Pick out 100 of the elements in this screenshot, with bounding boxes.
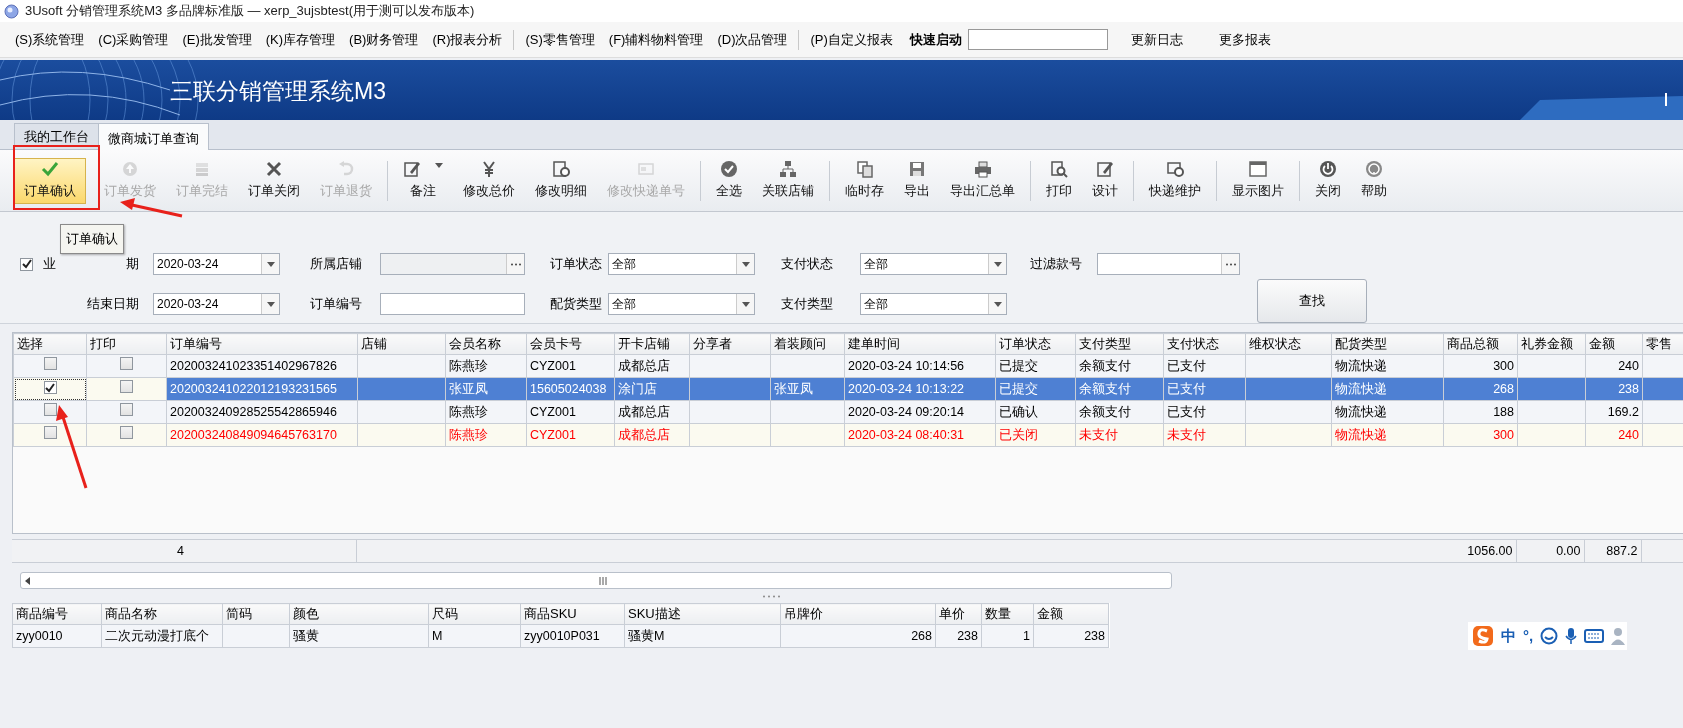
column-header[interactable]: 支付状态 xyxy=(1163,333,1246,355)
column-header[interactable]: 订单编号 xyxy=(166,333,358,355)
select-checkbox[interactable] xyxy=(43,402,57,416)
toolbar-button[interactable]: 临时存 xyxy=(835,157,894,204)
toolbar-button[interactable]: 修改明细 xyxy=(525,157,597,204)
column-header[interactable]: 简码 xyxy=(222,603,290,625)
tab[interactable]: 我的工作台 xyxy=(14,122,99,149)
toolbar-button[interactable]: 打印 xyxy=(1036,157,1082,204)
column-header[interactable]: 商品SKU xyxy=(520,603,625,625)
toolbar-button[interactable]: 订单关闭 xyxy=(238,157,310,204)
toolbar-button[interactable]: 导出 xyxy=(894,157,940,204)
column-header[interactable]: 订单状态 xyxy=(995,333,1076,355)
column-header[interactable]: 金额 xyxy=(1585,333,1643,355)
column-header[interactable]: 支付类型 xyxy=(1075,333,1164,355)
column-header[interactable]: 金额 xyxy=(1033,603,1109,625)
ime-punctuation[interactable]: °, xyxy=(1523,624,1534,648)
ime-mode[interactable]: 中 xyxy=(1501,624,1516,648)
dropdown-field[interactable]: 全部 xyxy=(860,293,1007,315)
column-header[interactable]: 配货类型 xyxy=(1331,333,1444,355)
column-header[interactable]: 商品名称 xyxy=(101,603,223,625)
toolbar-button[interactable]: 关联店铺 xyxy=(752,157,824,204)
column-header[interactable]: 商品编号 xyxy=(12,603,102,625)
column-header[interactable]: 分享者 xyxy=(689,333,771,355)
column-header[interactable]: 维权状态 xyxy=(1245,333,1332,355)
column-header[interactable]: 打印 xyxy=(86,333,167,355)
column-header[interactable]: 单价 xyxy=(935,603,982,625)
column-header[interactable]: 吊牌价 xyxy=(780,603,936,625)
keyboard-icon[interactable] xyxy=(1584,629,1605,643)
column-header[interactable]: 店铺 xyxy=(357,333,446,355)
user-icon[interactable] xyxy=(1611,627,1628,645)
dropdown-caret-icon[interactable] xyxy=(741,301,750,307)
toolbar-button[interactable]: 关闭 xyxy=(1305,157,1351,204)
dropdown-caret-icon[interactable] xyxy=(266,261,275,267)
menu-item[interactable]: 更新日志 xyxy=(1123,27,1190,52)
column-header[interactable]: 颜色 xyxy=(289,603,429,625)
date-field[interactable]: 2020-03-24 xyxy=(153,293,280,315)
menu-item[interactable]: (P)自定义报表 xyxy=(803,27,900,52)
toolbar-button[interactable]: 修改总价 xyxy=(453,157,525,204)
splitter-handle-icon[interactable] xyxy=(761,594,782,598)
style-number-field[interactable] xyxy=(1097,253,1240,275)
menu-item[interactable]: (S)零售管理 xyxy=(518,27,602,52)
toolbar-button[interactable]: 设计 xyxy=(1082,157,1128,204)
dropdown-field[interactable]: 全部 xyxy=(608,253,755,275)
more-icon[interactable] xyxy=(1224,262,1237,266)
select-checkbox[interactable] xyxy=(43,356,57,370)
column-header[interactable]: SKU描述 xyxy=(624,603,781,625)
toolbar-button[interactable]: 显示图片 xyxy=(1222,157,1294,204)
dropdown-caret-icon[interactable] xyxy=(741,261,750,267)
select-checkbox[interactable] xyxy=(43,425,57,439)
select-checkbox[interactable] xyxy=(43,381,57,395)
menu-item[interactable]: (C)采购管理 xyxy=(91,27,176,52)
dropdown-field[interactable]: 全部 xyxy=(860,253,1007,275)
column-header[interactable]: 会员卡号 xyxy=(526,333,615,355)
dropdown-caret-icon[interactable] xyxy=(435,162,443,168)
order-number-field[interactable] xyxy=(380,293,525,315)
emoji-icon[interactable] xyxy=(1540,627,1559,645)
menu-item[interactable]: (K)库存管理 xyxy=(258,27,343,52)
menu-item[interactable]: (S)系统管理 xyxy=(8,27,92,52)
column-header[interactable]: 礼券金额 xyxy=(1517,333,1586,355)
column-header[interactable]: 开卡店铺 xyxy=(614,333,690,355)
menu-item[interactable]: (F)辅料物料管理 xyxy=(601,27,711,52)
quick-launch-field[interactable] xyxy=(967,29,1108,50)
date-field[interactable]: 2020-03-24 xyxy=(153,253,280,275)
column-header[interactable]: 数量 xyxy=(981,603,1034,625)
column-header[interactable]: 会员名称 xyxy=(445,333,527,355)
search-button[interactable]: 查找 xyxy=(1257,279,1367,323)
print-checkbox[interactable] xyxy=(120,379,133,393)
column-header[interactable]: 建单时间 xyxy=(844,333,996,355)
quick-launch-label: 快速启动 xyxy=(909,30,962,49)
menu-item[interactable]: 更多报表 xyxy=(1211,27,1278,52)
menu-item[interactable]: (D)次品管理 xyxy=(710,27,795,52)
toolbar-button[interactable]: 全选 xyxy=(706,157,752,204)
dropdown-field[interactable]: 全部 xyxy=(608,293,755,315)
menu-item[interactable]: (R)报表分析 xyxy=(425,27,510,52)
print-checkbox[interactable] xyxy=(120,356,133,370)
horizontal-scrollbar[interactable] xyxy=(20,572,1172,589)
dropdown-caret-icon[interactable] xyxy=(266,301,275,307)
toolbar-button[interactable]: 订单确认 xyxy=(14,157,86,204)
table-cell: 物流快递 xyxy=(1331,423,1444,447)
column-header[interactable]: 尺码 xyxy=(428,603,521,625)
column-header[interactable]: 着装顾问 xyxy=(770,333,845,355)
column-header[interactable]: 商品总额 xyxy=(1443,333,1518,355)
toolbar-button[interactable]: 导出汇总单 xyxy=(940,157,1025,204)
toolbar-button[interactable]: 备注 xyxy=(393,157,453,204)
scroll-left-icon[interactable] xyxy=(23,575,33,586)
column-header[interactable]: 选择 xyxy=(13,333,87,355)
menu-item[interactable]: (E)批发管理 xyxy=(175,27,259,52)
ime-logo-icon[interactable] xyxy=(1472,625,1494,647)
scroll-grip-icon[interactable] xyxy=(598,576,608,585)
toolbar-button[interactable]: 帮助 xyxy=(1351,157,1397,204)
microphone-icon[interactable] xyxy=(1565,627,1578,645)
toolbar-button[interactable]: 快递维护 xyxy=(1139,157,1211,204)
menu-item[interactable]: (B)财务管理 xyxy=(342,27,426,52)
dropdown-caret-icon[interactable] xyxy=(993,301,1002,307)
checkbox[interactable] xyxy=(20,257,33,271)
column-header[interactable]: 零售 xyxy=(1642,333,1683,355)
print-checkbox[interactable] xyxy=(120,425,133,439)
dropdown-caret-icon[interactable] xyxy=(993,261,1002,267)
tab[interactable]: 微商城订单查询 xyxy=(98,123,209,150)
print-checkbox[interactable] xyxy=(120,402,133,416)
